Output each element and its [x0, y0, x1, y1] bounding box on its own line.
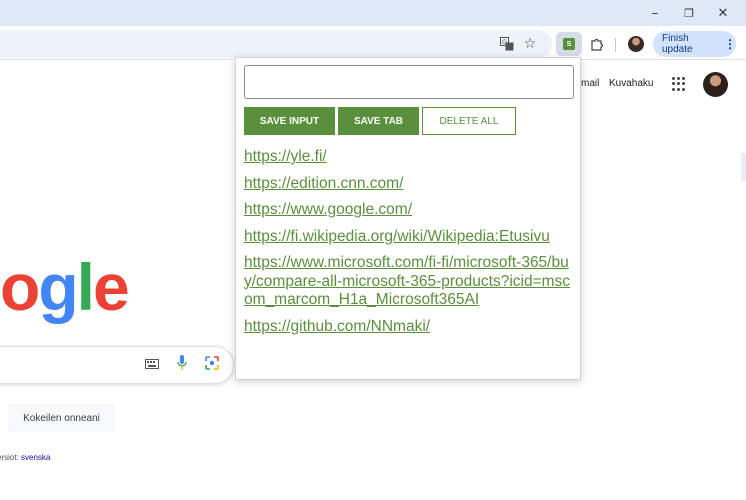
account-avatar[interactable]	[703, 72, 728, 97]
finish-update-button[interactable]: Finish update ⋮	[653, 31, 736, 57]
gmail-link[interactable]: mail	[581, 78, 599, 89]
saved-links-list: https://yle.fi/ https://edition.cnn.com/…	[244, 148, 578, 344]
logo-letter: o	[0, 250, 40, 324]
save-tab-button[interactable]: SAVE TAB	[338, 107, 419, 135]
saved-link[interactable]: https://yle.fi/	[244, 148, 578, 167]
language-link-svenska[interactable]: svenska	[21, 453, 50, 462]
star-icon[interactable]: ☆	[518, 32, 542, 56]
delete-all-button[interactable]: DELETE ALL	[422, 107, 516, 135]
microphone-icon[interactable]	[177, 355, 187, 375]
finish-update-label: Finish update	[662, 33, 693, 55]
saved-link[interactable]: https://edition.cnn.com/	[244, 175, 578, 194]
browser-toolbar: G ☆ S Finish update ⋮	[0, 26, 746, 60]
search-box[interactable]	[0, 346, 234, 384]
saved-link[interactable]: https://github.com/NNmaki/	[244, 318, 578, 337]
logo-letter: l	[76, 250, 95, 324]
extension-popup: SAVE INPUT SAVE TAB DELETE ALL https://y…	[235, 57, 581, 380]
save-links-extension-button[interactable]: S	[556, 32, 582, 56]
feeling-lucky-button[interactable]: Kokeilen onneani	[8, 404, 115, 432]
profile-avatar[interactable]	[628, 36, 644, 52]
link-input[interactable]	[244, 65, 574, 99]
saved-link[interactable]: https://www.google.com/	[244, 201, 578, 220]
save-input-button[interactable]: SAVE INPUT	[244, 107, 335, 135]
google-logo: ogle	[0, 254, 130, 320]
translate-icon[interactable]: G	[495, 32, 519, 56]
saved-link[interactable]: https://fi.wikipedia.org/wiki/Wikipedia:…	[244, 228, 578, 247]
lens-icon[interactable]	[205, 356, 219, 374]
images-link[interactable]: Kuvahaku	[609, 78, 653, 89]
side-panel-edge	[741, 153, 746, 181]
language-offer: ersiot: svenska	[0, 453, 50, 462]
svg-text:G: G	[502, 39, 507, 46]
saved-link[interactable]: https://www.microsoft.com/fi-fi/microsof…	[244, 254, 578, 310]
extension-badge: S	[563, 38, 575, 50]
title-bar: – ❐ ✕	[0, 0, 746, 26]
puzzle-icon[interactable]	[585, 32, 609, 56]
apps-grid-icon[interactable]	[672, 77, 686, 91]
keyboard-icon[interactable]	[145, 358, 159, 373]
logo-letter: e	[93, 250, 130, 324]
address-bar[interactable]	[0, 30, 552, 58]
minimize-button[interactable]: –	[638, 0, 672, 26]
close-button[interactable]: ✕	[706, 0, 740, 26]
language-prefix: ersiot:	[0, 453, 19, 462]
logo-letter: g	[38, 250, 78, 324]
restore-button[interactable]: ❐	[672, 0, 706, 26]
toolbar-separator	[615, 38, 616, 52]
more-menu-icon: ⋮	[724, 37, 736, 51]
